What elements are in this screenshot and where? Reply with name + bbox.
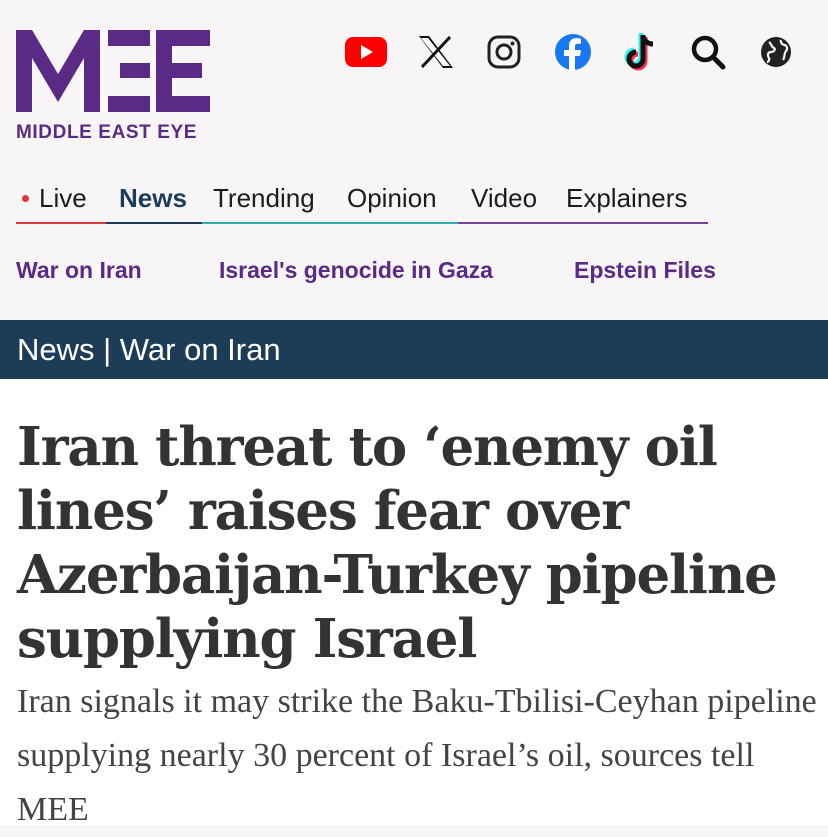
topic-link-war-on-iran[interactable]: War on Iran <box>16 254 142 286</box>
nav-item-label: News <box>119 183 187 213</box>
section-breadcrumb-bar: News | War on Iran <box>0 320 828 379</box>
youtube-icon[interactable] <box>344 30 388 74</box>
search-icon[interactable] <box>686 30 730 74</box>
live-dot-icon <box>22 194 29 202</box>
topic-link-epstein-files[interactable]: Epstein Files <box>574 254 716 286</box>
instagram-icon[interactable] <box>482 30 526 74</box>
mee-logo-mark <box>16 30 210 112</box>
site-header: MIDDLE EAST EYE Live News Trending Opini… <box>0 0 828 320</box>
nav-item-label: Live <box>39 183 87 213</box>
nav-item-video[interactable]: Video <box>458 178 554 224</box>
nav-item-label: Explainers <box>566 183 688 213</box>
article-headline: Iran threat to ‘enemy oil lines’ raises … <box>17 416 778 670</box>
nav-item-trending[interactable]: Trending <box>202 178 336 224</box>
brand-name: MIDDLE EAST EYE <box>16 122 198 143</box>
nav-underline <box>106 222 202 224</box>
nav-underline <box>202 222 336 224</box>
social-links <box>340 30 810 74</box>
nav-item-label: Trending <box>213 183 315 213</box>
nav-underline <box>554 222 708 224</box>
nav-item-explainers[interactable]: Explainers <box>554 178 708 224</box>
nav-item-live[interactable]: Live <box>16 178 106 224</box>
facebook-icon[interactable] <box>551 30 595 74</box>
nav-item-label: Video <box>471 183 538 213</box>
nav-item-label: Opinion <box>347 183 437 213</box>
globe-icon[interactable] <box>754 30 798 74</box>
article: Iran threat to ‘enemy oil lines’ raises … <box>0 379 828 828</box>
nav-underline <box>458 222 554 224</box>
article-standfirst: Iran signals it may strike the Baku-Tbil… <box>17 683 817 828</box>
tiktok-icon[interactable] <box>620 30 664 74</box>
topic-link-gaza[interactable]: Israel's genocide in Gaza <box>219 254 493 286</box>
x-icon[interactable] <box>414 30 458 74</box>
nav-underline <box>16 222 106 224</box>
breadcrumb[interactable]: News | War on Iran <box>17 330 281 370</box>
nav-underline <box>336 222 458 224</box>
nav-item-news[interactable]: News <box>106 178 202 224</box>
nav-item-opinion[interactable]: Opinion <box>336 178 458 224</box>
